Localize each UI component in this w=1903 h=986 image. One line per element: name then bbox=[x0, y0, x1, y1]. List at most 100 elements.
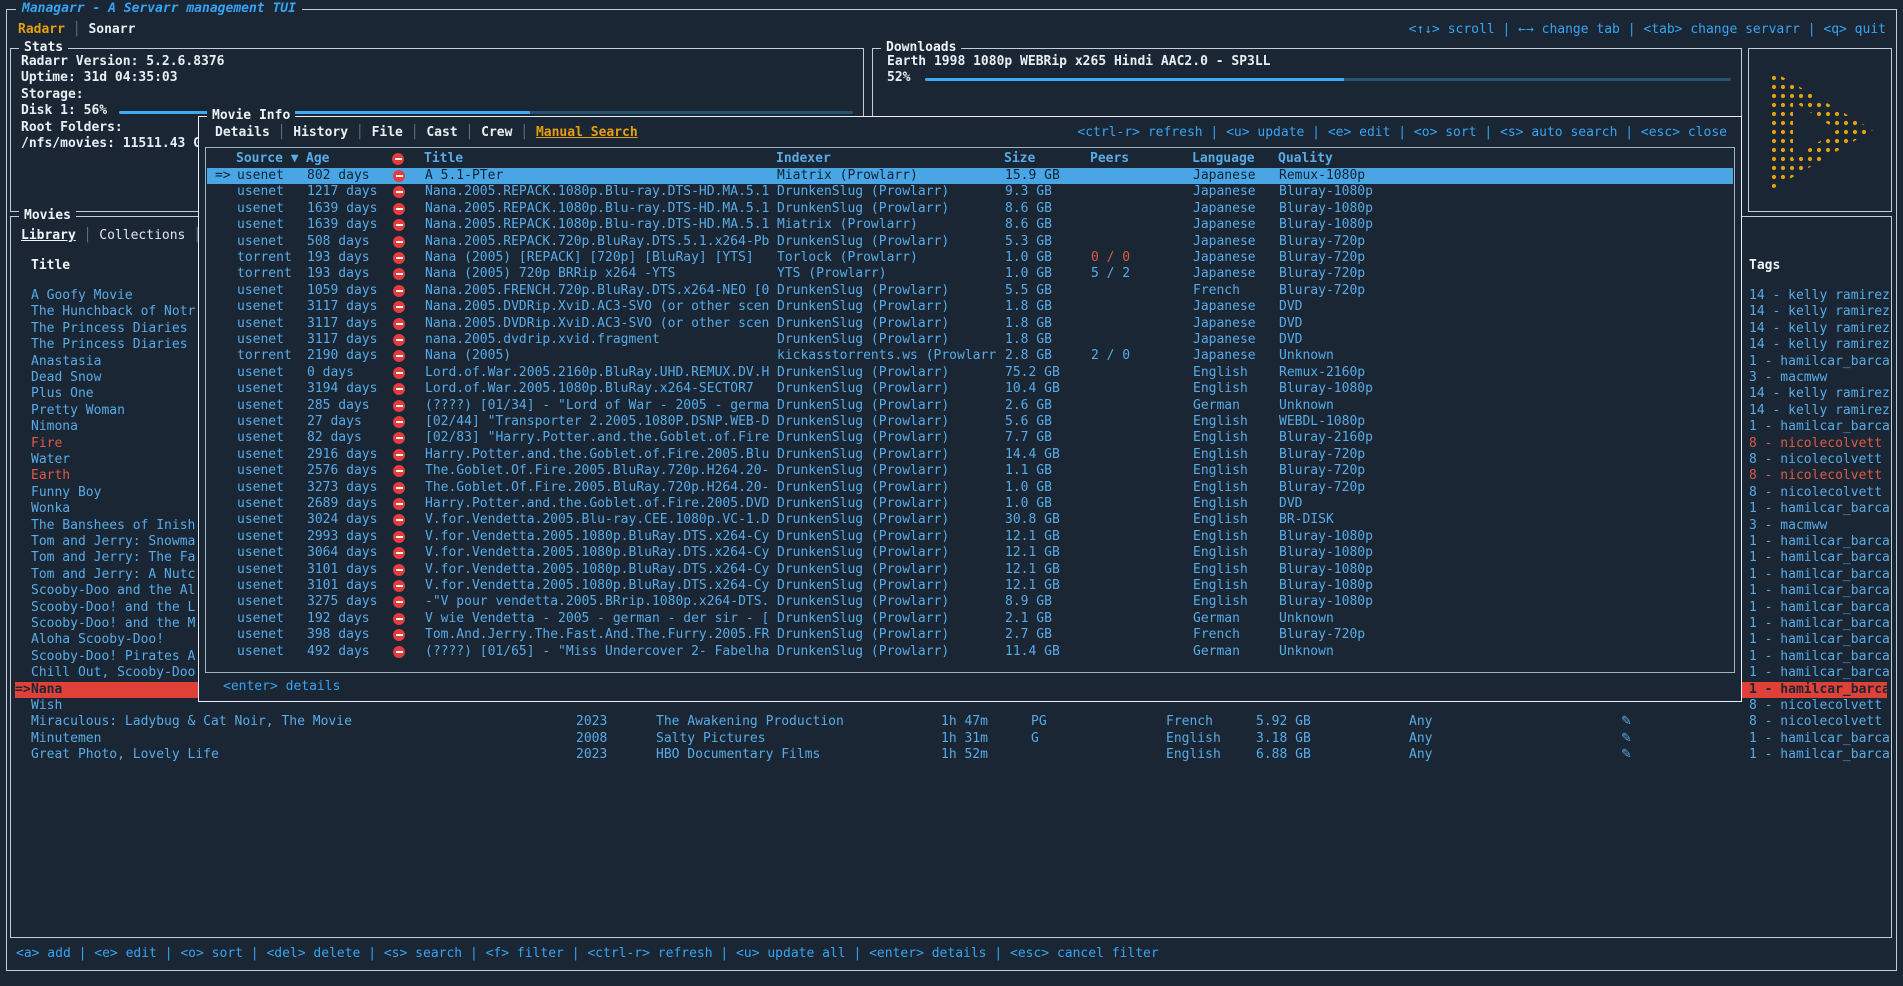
column-release-title[interactable]: Title bbox=[424, 151, 463, 167]
language-cell: English bbox=[1193, 447, 1248, 463]
column-age[interactable]: Age bbox=[306, 151, 329, 167]
column-tags[interactable]: Tags bbox=[1749, 258, 1780, 274]
tab-details[interactable]: Details bbox=[215, 125, 270, 140]
movie-tag-cell: 14 - kelly ramirez bbox=[1749, 337, 1901, 353]
movie-row[interactable]: Minutemen2008Salty Pictures1h 31mGEnglis… bbox=[15, 731, 1887, 747]
peers-cell: 5 / 2 bbox=[1091, 266, 1130, 282]
tab-cast[interactable]: Cast bbox=[426, 125, 457, 140]
column-source[interactable]: Source ▼ bbox=[236, 151, 299, 167]
movie-tag-cell: 1 - hamilcar_barca bbox=[1749, 501, 1901, 517]
age-cell: 3101 days bbox=[307, 562, 377, 578]
search-result-row[interactable]: usenet3194 daysLord.of.War.2005.1080p.Bl… bbox=[207, 381, 1733, 397]
movie-tag-cell: 1 - hamilcar_barca bbox=[1749, 567, 1901, 583]
search-result-row[interactable]: usenet3101 daysV.for.Vendetta.2005.1080p… bbox=[207, 562, 1733, 578]
column-peers[interactable]: Peers bbox=[1090, 151, 1129, 167]
release-title-cell: V.for.Vendetta.2005.1080p.BluRay.DTS.x26… bbox=[425, 529, 773, 545]
column-size[interactable]: Size bbox=[1004, 151, 1035, 167]
rejected-icon bbox=[393, 252, 405, 264]
search-result-row[interactable]: usenet1639 daysNana.2005.REPACK.1080p.Bl… bbox=[207, 217, 1733, 233]
quality-cell: DVD bbox=[1279, 316, 1302, 332]
search-result-row[interactable]: torrent193 daysNana (2005) 720p BRRip x2… bbox=[207, 266, 1733, 282]
source-cell: usenet bbox=[237, 381, 284, 397]
language-cell: French bbox=[1193, 283, 1240, 299]
indexer-cell: DrunkenSlug (Prowlarr) bbox=[777, 447, 1001, 463]
indexer-cell: DrunkenSlug (Prowlarr) bbox=[777, 562, 1001, 578]
search-result-row[interactable]: usenet27 days[02/44] "Transporter 2.2005… bbox=[207, 414, 1733, 430]
search-result-row[interactable]: usenet1059 daysNana.2005.FRENCH.720p.Blu… bbox=[207, 283, 1733, 299]
tab-collections[interactable]: Collections bbox=[99, 228, 185, 243]
tab-radarr[interactable]: Radarr bbox=[18, 22, 65, 37]
search-result-row[interactable]: torrent193 daysNana (2005) [REPACK] [720… bbox=[207, 250, 1733, 266]
search-result-row[interactable]: usenet2689 daysHarry.Potter.and.the.Gobl… bbox=[207, 496, 1733, 512]
manual-search-results-box: Source ▼ Age Title Indexer Size Peers La… bbox=[205, 147, 1735, 673]
release-title-cell: V.for.Vendetta.2005.1080p.BluRay.DTS.x26… bbox=[425, 578, 773, 594]
release-title-cell: Tom.And.Jerry.The.Fast.And.The.Furry.200… bbox=[425, 627, 773, 643]
search-result-row[interactable]: usenet508 daysNana.2005.REPACK.720p.BluR… bbox=[207, 234, 1733, 250]
indexer-cell: DrunkenSlug (Prowlarr) bbox=[777, 594, 1001, 610]
tab-crew[interactable]: Crew bbox=[481, 125, 512, 140]
tab-history[interactable]: History bbox=[293, 125, 348, 140]
download-item[interactable]: Earth 1998 1080p WEBRip x265 Hindi AAC2.… bbox=[887, 54, 1271, 70]
search-result-row[interactable]: usenet398 daysTom.And.Jerry.The.Fast.And… bbox=[207, 627, 1733, 643]
quality-cell: Bluray-1080p bbox=[1279, 594, 1373, 610]
language-cell: Japanese bbox=[1193, 332, 1256, 348]
column-quality[interactable]: Quality bbox=[1278, 151, 1333, 167]
search-result-row[interactable]: usenet3117 daysNana.2005.DVDRip.XviD.AC3… bbox=[207, 299, 1733, 315]
column-title[interactable]: Title bbox=[31, 258, 70, 274]
search-result-row[interactable]: usenet2576 daysThe.Goblet.Of.Fire.2005.B… bbox=[207, 463, 1733, 479]
rejected-icon bbox=[393, 613, 405, 625]
stat-value: 5.2.6.8376 bbox=[138, 54, 224, 69]
release-title-cell: The.Goblet.Of.Fire.2005.BluRay.720p.H264… bbox=[425, 480, 773, 496]
movie-tag-cell: 14 - kelly ramirez bbox=[1749, 304, 1901, 320]
age-cell: 2689 days bbox=[307, 496, 377, 512]
column-indexer[interactable]: Indexer bbox=[776, 151, 831, 167]
search-result-row[interactable]: usenet3275 days-"V pour vendetta.2005.BR… bbox=[207, 594, 1733, 610]
search-result-row[interactable]: usenet3101 daysV.for.Vendetta.2005.1080p… bbox=[207, 578, 1733, 594]
movie-row[interactable]: Miraculous: Ladybug & Cat Noir, The Movi… bbox=[15, 714, 1887, 730]
age-cell: 82 days bbox=[307, 430, 362, 446]
search-result-row[interactable]: =>usenet802 daysA 5.1-PTerMiatrix (Prowl… bbox=[207, 168, 1733, 184]
search-result-row[interactable]: usenet82 days[02/83] "Harry.Potter.and.t… bbox=[207, 430, 1733, 446]
search-result-row[interactable]: usenet192 daysV wie Vendetta - 2005 - ge… bbox=[207, 611, 1733, 627]
source-cell: usenet bbox=[237, 463, 284, 479]
quality-cell: Bluray-1080p bbox=[1279, 381, 1373, 397]
movie-certification-cell: G bbox=[1031, 731, 1039, 747]
movie-runtime-cell: 1h 52m bbox=[941, 747, 988, 763]
release-title-cell: Nana (2005) bbox=[425, 348, 773, 364]
search-result-row[interactable]: usenet1639 daysNana.2005.REPACK.1080p.Bl… bbox=[207, 201, 1733, 217]
search-result-row[interactable]: usenet1217 daysNana.2005.REPACK.1080p.Bl… bbox=[207, 184, 1733, 200]
search-result-row[interactable]: usenet285 days(????) [01/34] - "Lord of … bbox=[207, 398, 1733, 414]
tab-file[interactable]: File bbox=[372, 125, 403, 140]
search-result-row[interactable]: usenet3064 daysV.for.Vendetta.2005.1080p… bbox=[207, 545, 1733, 561]
search-result-row[interactable]: usenet3117 daysnana.2005.dvdrip.xvid.fra… bbox=[207, 332, 1733, 348]
movie-tag-cell: 1 - hamilcar_barca bbox=[1749, 534, 1901, 550]
search-result-row[interactable]: torrent2190 daysNana (2005)kickasstorren… bbox=[207, 348, 1733, 364]
movie-tag-cell: 14 - kelly ramirez bbox=[1749, 321, 1901, 337]
tab-manual-search[interactable]: Manual Search bbox=[536, 125, 638, 140]
age-cell: 3117 days bbox=[307, 299, 377, 315]
search-result-row[interactable]: usenet3273 daysThe.Goblet.Of.Fire.2005.B… bbox=[207, 480, 1733, 496]
search-result-row[interactable]: usenet2916 daysHarry.Potter.and.the.Gobl… bbox=[207, 447, 1733, 463]
movies-tabs: Library │ Collections │ bbox=[21, 228, 201, 244]
movie-row[interactable]: Great Photo, Lovely Life2023HBO Document… bbox=[15, 747, 1887, 763]
column-language[interactable]: Language bbox=[1192, 151, 1255, 167]
search-result-row[interactable]: usenet2993 daysV.for.Vendetta.2005.1080p… bbox=[207, 529, 1733, 545]
tab-sonarr[interactable]: Sonarr bbox=[88, 22, 135, 37]
search-result-row[interactable]: usenet3117 daysNana.2005.DVDRip.XviD.AC3… bbox=[207, 316, 1733, 332]
source-cell: usenet bbox=[237, 545, 284, 561]
movie-tag-cell: 14 - kelly ramirez bbox=[1749, 288, 1901, 304]
tab-library[interactable]: Library bbox=[21, 228, 76, 243]
rejected-icon bbox=[393, 482, 405, 494]
movie-tag-cell: 1 - hamilcar_barca bbox=[1749, 747, 1901, 763]
quality-cell: Bluray-720p bbox=[1279, 480, 1365, 496]
size-cell: 12.1 GB bbox=[1005, 578, 1060, 594]
release-title-cell: Nana.2005.REPACK.1080p.Blu-ray.DTS-HD.MA… bbox=[425, 201, 773, 217]
release-title-cell: Harry.Potter.and.the.Goblet.of.Fire.2005… bbox=[425, 447, 773, 463]
search-result-row[interactable]: usenet0 daysLord.of.War.2005.2160p.BluRa… bbox=[207, 365, 1733, 381]
size-cell: 5.5 GB bbox=[1005, 283, 1052, 299]
search-result-row[interactable]: usenet3024 daysV.for.Vendetta.2005.Blu-r… bbox=[207, 512, 1733, 528]
search-result-row[interactable]: usenet492 days(????) [01/65] - "Miss Und… bbox=[207, 644, 1733, 660]
source-cell: usenet bbox=[237, 644, 284, 660]
movie-info-title: Movie Info bbox=[207, 108, 295, 124]
rejection-column-icon[interactable] bbox=[392, 153, 404, 165]
